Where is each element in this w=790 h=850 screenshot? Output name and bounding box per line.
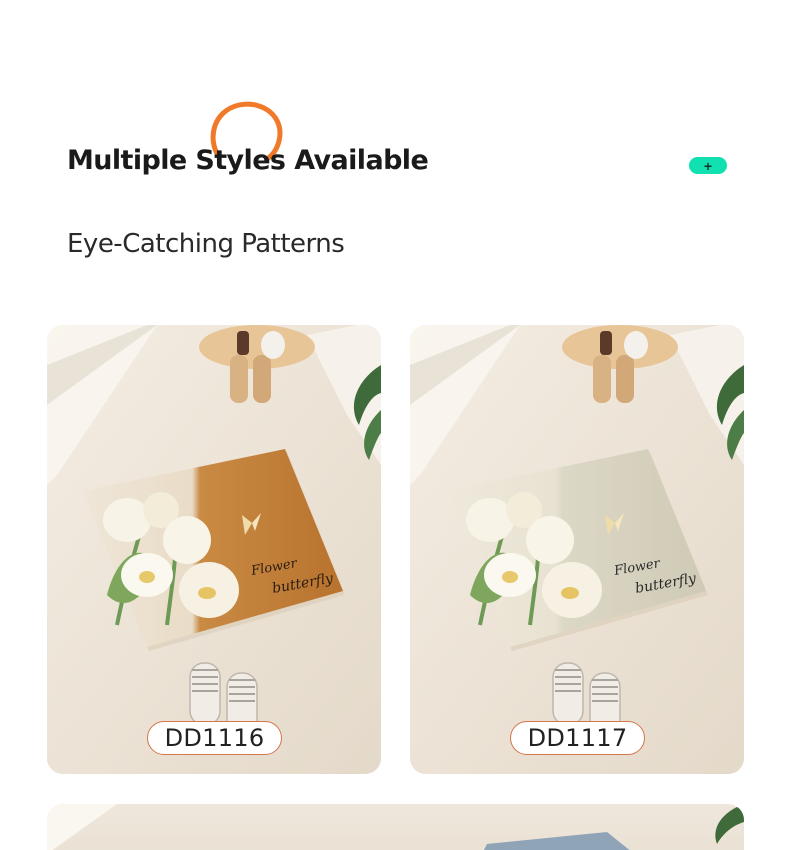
product-card-next[interactable] (47, 804, 744, 850)
product-image-dd1117: Flower butterfly (410, 325, 744, 774)
product-code-label: DD1117 (510, 721, 645, 755)
plus-icon: + (703, 157, 713, 174)
product-code-label: DD1116 (147, 721, 282, 755)
page-title: Multiple Styles Available (67, 145, 429, 176)
expand-plus-button[interactable]: + (689, 157, 727, 174)
page-subtitle: Eye-Catching Patterns (67, 229, 345, 259)
product-image-dd1116: Flower butterfly (47, 325, 381, 774)
product-card-dd1116[interactable]: Flower butterfly DD1116 (47, 325, 381, 774)
product-image-next (47, 804, 744, 850)
product-card-dd1117[interactable]: Flower butterfly DD1117 (410, 325, 744, 774)
